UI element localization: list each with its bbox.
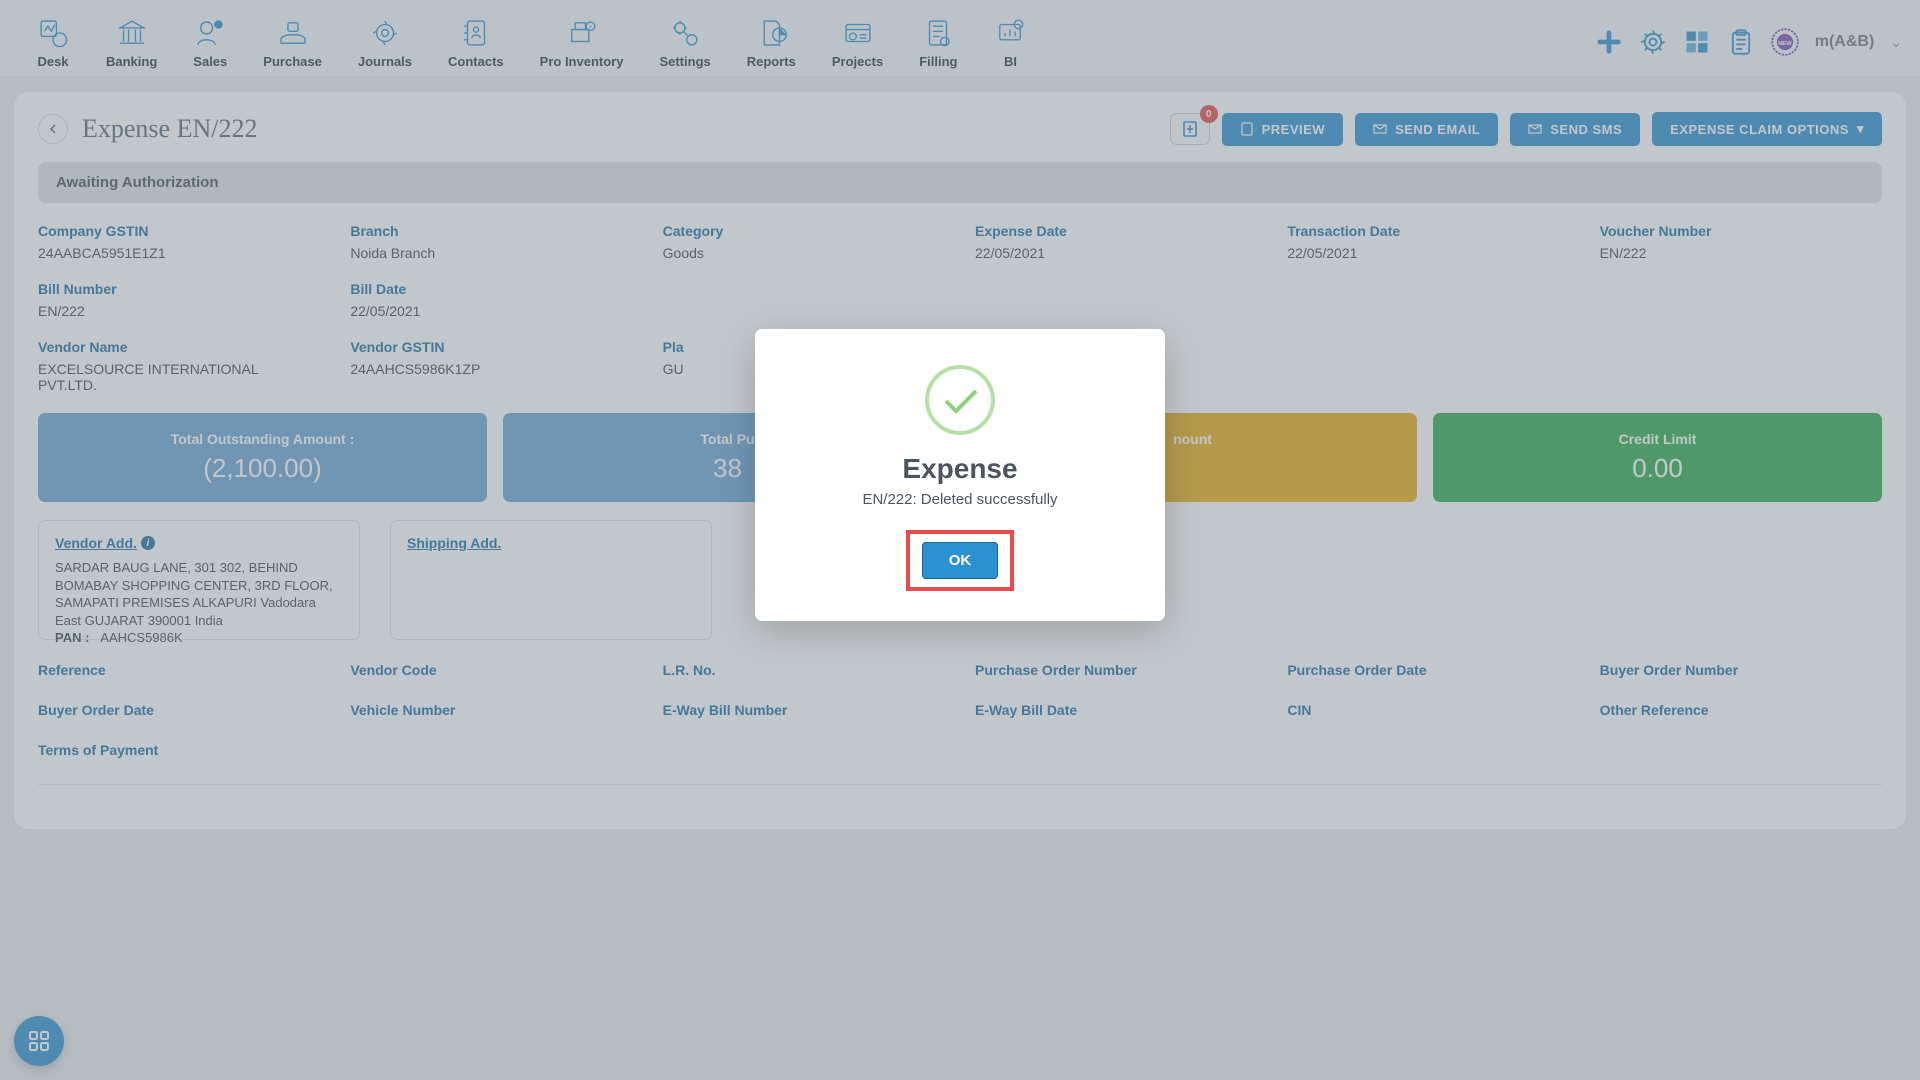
check-circle-icon	[925, 365, 995, 435]
modal-message: EN/222: Deleted successfully	[785, 491, 1135, 508]
ok-button[interactable]: OK	[922, 542, 999, 579]
modal-title: Expense	[785, 453, 1135, 485]
ok-highlight-box: OK	[906, 530, 1015, 591]
modal-backdrop: Expense EN/222: Deleted successfully OK	[0, 0, 1920, 1080]
success-modal: Expense EN/222: Deleted successfully OK	[755, 329, 1165, 621]
